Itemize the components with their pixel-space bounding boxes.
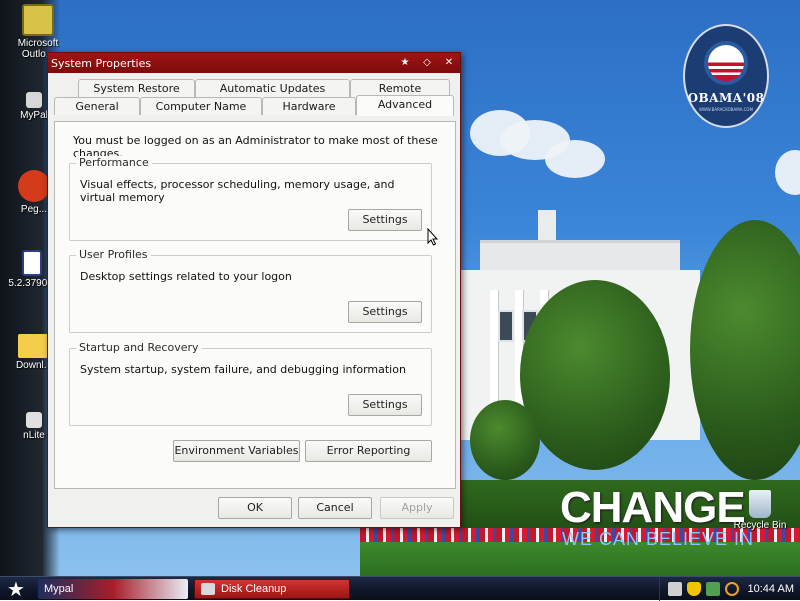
performance-group: Performance Visual effects, processor sc… <box>69 156 432 241</box>
keyboard-icon[interactable] <box>667 581 682 596</box>
apply-button[interactable]: Apply <box>380 497 454 519</box>
tree <box>470 400 540 480</box>
star-icon: ★ <box>400 57 410 68</box>
group-description: Desktop settings related to your logon <box>80 270 292 283</box>
outlook-icon <box>22 4 54 36</box>
group-description: Visual effects, processor scheduling, me… <box>80 178 395 204</box>
group-title: Performance <box>76 156 152 169</box>
tagline: WE CAN BELIEVE IN <box>562 529 755 549</box>
ok-button[interactable]: OK <box>218 497 292 519</box>
taskbar: ★ Mypal Disk Cleanup 10:44 AM <box>0 576 800 601</box>
environment-variables-button[interactable]: Environment Variables <box>173 440 300 462</box>
tab-strip: System Restore Automatic Updates Remote … <box>48 73 460 121</box>
folder-icon <box>18 334 50 358</box>
startup-recovery-group: Startup and Recovery System startup, sys… <box>69 341 432 426</box>
tab-label: Hardware <box>282 100 336 113</box>
tab-advanced[interactable]: Advanced <box>356 95 454 116</box>
group-description: System startup, system failure, and debu… <box>80 363 406 376</box>
help-button[interactable]: ◇ <box>419 56 435 70</box>
user-profiles-group: User Profiles Desktop settings related t… <box>69 248 432 333</box>
cloud <box>775 150 800 195</box>
tab-label: Computer Name <box>155 100 247 113</box>
close-button[interactable]: ✕ <box>441 56 457 70</box>
window-title: System Properties <box>51 56 152 70</box>
rising-sun-icon <box>704 40 748 85</box>
advanced-tab-panel: You must be logged on as an Administrato… <box>54 121 456 489</box>
error-reporting-button[interactable]: Error Reporting <box>305 440 432 462</box>
tab-hardware[interactable]: Hardware <box>262 97 356 115</box>
taskbar-item-label: Mypal <box>44 582 74 595</box>
tree <box>690 220 800 480</box>
tab-computer-name[interactable]: Computer Name <box>140 97 262 115</box>
desktop-icon-label: Peg... <box>20 204 48 215</box>
logo-subtext: WWW.BARACKOBAMA.COM <box>698 106 754 112</box>
start-button[interactable]: ★ <box>0 577 32 601</box>
nlite-shortcut-icon <box>26 412 42 428</box>
user-profiles-settings-button[interactable]: Settings <box>348 301 422 323</box>
cancel-button[interactable]: Cancel <box>298 497 372 519</box>
pegasus-icon <box>18 170 50 202</box>
taskbar-item-label: Disk Cleanup <box>221 582 287 595</box>
group-title: User Profiles <box>76 248 151 261</box>
mypal-shortcut-icon <box>26 92 42 108</box>
logo-text: OBAMA'08 <box>687 90 765 105</box>
cloud <box>545 140 605 178</box>
tab-label: Advanced <box>377 98 433 111</box>
desktop-icon-recycle-bin[interactable]: Recycle Bin <box>730 490 790 531</box>
security-shield-icon[interactable] <box>686 581 701 596</box>
taskbar-item-mypal[interactable]: Mypal <box>38 578 188 599</box>
desktop-icon-label: nLite <box>23 430 45 441</box>
tab-label: Automatic Updates <box>219 82 326 95</box>
tree <box>520 280 670 470</box>
startup-recovery-settings-button[interactable]: Settings <box>348 394 422 416</box>
tab-label: Remote <box>378 82 422 95</box>
tab-label: System Restore <box>93 82 180 95</box>
tab-system-restore[interactable]: System Restore <box>78 79 195 97</box>
disk-cleanup-icon <box>201 582 215 595</box>
title-bar[interactable]: System Properties ★ ◇ ✕ <box>48 53 460 73</box>
mouse-cursor-icon <box>427 228 439 246</box>
document-icon <box>22 250 42 276</box>
tab-general[interactable]: General <box>54 97 140 115</box>
desktop-icon-label: MyPal <box>20 110 48 121</box>
taskbar-item-disk-cleanup[interactable]: Disk Cleanup <box>194 578 350 599</box>
tab-label: General <box>75 100 119 113</box>
clock[interactable]: 10:44 AM <box>748 583 794 595</box>
group-title: Startup and Recovery <box>76 341 202 354</box>
desktop: OBAMA'08 WWW.BARACKOBAMA.COM CHANGE WE C… <box>0 0 800 576</box>
star-icon: ★ <box>7 576 25 601</box>
recycle-bin-icon <box>749 490 771 518</box>
performance-settings-button[interactable]: Settings <box>348 209 422 231</box>
system-properties-window: System Properties ★ ◇ ✕ System Restore A… <box>47 52 461 528</box>
network-icon[interactable] <box>705 581 720 596</box>
tab-automatic-updates[interactable]: Automatic Updates <box>195 79 350 97</box>
search-icon[interactable] <box>724 581 739 596</box>
system-tray: 10:44 AM <box>658 576 800 601</box>
desktop-icon-label: Recycle Bin <box>733 520 787 531</box>
change-headline: CHANGE <box>560 483 746 532</box>
obama-logo: OBAMA'08 WWW.BARACKOBAMA.COM <box>683 24 769 128</box>
